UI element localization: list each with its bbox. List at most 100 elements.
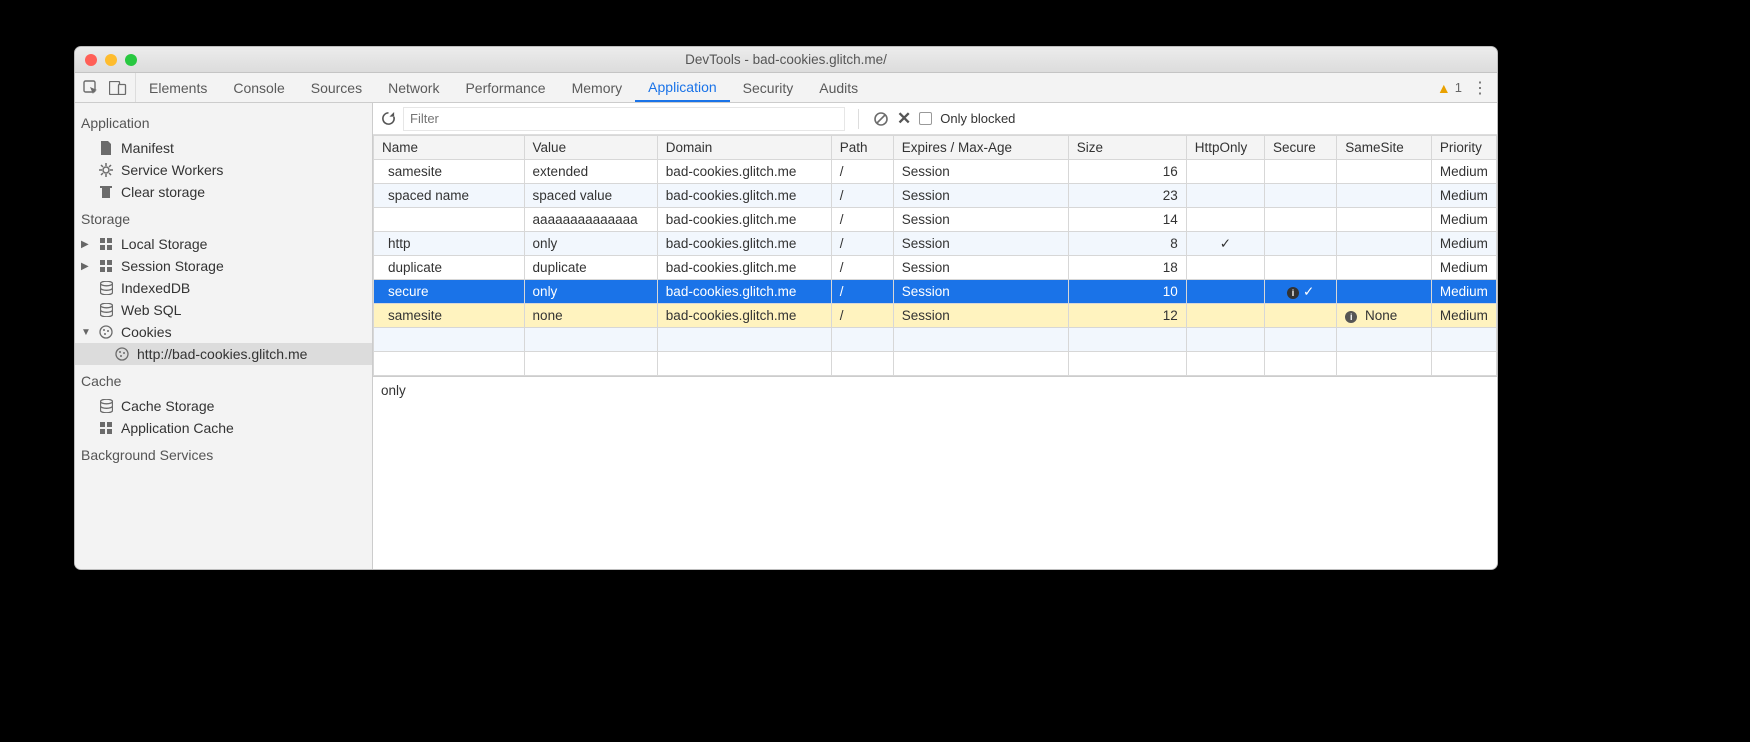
cell-httponly[interactable] (1186, 208, 1264, 232)
more-options-icon[interactable]: ⋮ (1472, 78, 1487, 98)
minimize-window-button[interactable] (105, 54, 117, 66)
cell-path[interactable]: / (831, 184, 893, 208)
table-row[interactable]: samesiteextendedbad-cookies.glitch.me/Se… (374, 160, 1497, 184)
chevron-right-icon[interactable]: ▶ (81, 261, 91, 272)
maximize-window-button[interactable] (125, 54, 137, 66)
tab-elements[interactable]: Elements (136, 73, 220, 102)
cell-size[interactable]: 12 (1068, 304, 1186, 328)
sidebar-item-manifest[interactable]: Manifest (75, 137, 372, 159)
cell-name[interactable]: http (374, 232, 525, 256)
cell-httponly[interactable]: ✓ (1186, 232, 1264, 256)
cell-httponly[interactable] (1186, 304, 1264, 328)
cell-domain[interactable]: bad-cookies.glitch.me (657, 256, 831, 280)
cell-secure[interactable] (1265, 256, 1337, 280)
cell-size[interactable]: 14 (1068, 208, 1186, 232)
cell-size[interactable]: 16 (1068, 160, 1186, 184)
column-header[interactable]: Priority (1431, 136, 1496, 160)
cell-samesite[interactable] (1337, 280, 1432, 304)
cell-priority[interactable]: Medium (1431, 232, 1496, 256)
chevron-right-icon[interactable]: ▶ (81, 239, 91, 250)
cell-samesite[interactable]: i None (1337, 304, 1432, 328)
tab-console[interactable]: Console (220, 73, 297, 102)
cell-value[interactable]: extended (524, 160, 657, 184)
cell-expires[interactable]: Session (893, 304, 1068, 328)
cell-expires[interactable]: Session (893, 160, 1068, 184)
cell-httponly[interactable] (1186, 160, 1264, 184)
cell-name[interactable]: samesite (374, 304, 525, 328)
cell-domain[interactable]: bad-cookies.glitch.me (657, 280, 831, 304)
cell-priority[interactable]: Medium (1431, 184, 1496, 208)
cell-samesite[interactable] (1337, 232, 1432, 256)
column-header[interactable]: Size (1068, 136, 1186, 160)
clear-all-icon[interactable] (873, 111, 889, 127)
cell-priority[interactable]: Medium (1431, 160, 1496, 184)
cell-samesite[interactable] (1337, 208, 1432, 232)
tab-application[interactable]: Application (635, 73, 730, 102)
sidebar-item-local-storage[interactable]: ▶Local Storage (75, 233, 372, 255)
only-blocked-checkbox[interactable] (919, 112, 932, 125)
table-row[interactable]: duplicateduplicatebad-cookies.glitch.me/… (374, 256, 1497, 280)
cell-name[interactable]: duplicate (374, 256, 525, 280)
sidebar-item-service-workers[interactable]: Service Workers (75, 159, 372, 181)
cell-path[interactable]: / (831, 208, 893, 232)
filter-input[interactable] (404, 108, 844, 130)
cell-secure[interactable]: i✓ (1265, 280, 1337, 304)
sidebar-item-cookie-origin[interactable]: http://bad-cookies.glitch.me (75, 343, 372, 365)
column-header[interactable]: Path (831, 136, 893, 160)
column-header[interactable]: Secure (1265, 136, 1337, 160)
column-header[interactable]: SameSite (1337, 136, 1432, 160)
cell-size[interactable]: 23 (1068, 184, 1186, 208)
table-row[interactable]: httponlybad-cookies.glitch.me/Session8✓ M… (374, 232, 1497, 256)
cell-secure[interactable] (1265, 232, 1337, 256)
tab-memory[interactable]: Memory (559, 73, 636, 102)
cell-expires[interactable]: Session (893, 280, 1068, 304)
cell-path[interactable]: / (831, 232, 893, 256)
cell-httponly[interactable] (1186, 184, 1264, 208)
sidebar-item-session-storage[interactable]: ▶Session Storage (75, 255, 372, 277)
cell-name[interactable]: samesite (374, 160, 525, 184)
cell-size[interactable]: 18 (1068, 256, 1186, 280)
cell-value[interactable]: spaced value (524, 184, 657, 208)
cell-name[interactable] (374, 208, 525, 232)
cell-value[interactable]: only (524, 280, 657, 304)
cell-samesite[interactable] (1337, 256, 1432, 280)
chevron-down-icon[interactable]: ▼ (81, 327, 91, 338)
tab-performance[interactable]: Performance (452, 73, 558, 102)
cell-path[interactable]: / (831, 304, 893, 328)
delete-icon[interactable]: ✕ (897, 109, 911, 129)
inspect-icon[interactable] (83, 80, 99, 96)
cell-httponly[interactable] (1186, 256, 1264, 280)
cell-priority[interactable]: Medium (1431, 304, 1496, 328)
warnings-badge[interactable]: ▲ 1 (1437, 80, 1462, 96)
cell-secure[interactable] (1265, 160, 1337, 184)
cell-domain[interactable]: bad-cookies.glitch.me (657, 232, 831, 256)
table-row[interactable]: samesitenonebad-cookies.glitch.me/Sessio… (374, 304, 1497, 328)
sidebar-item-indexeddb[interactable]: IndexedDB (75, 277, 372, 299)
cell-path[interactable]: / (831, 256, 893, 280)
sidebar-item-cache-storage[interactable]: Cache Storage (75, 395, 372, 417)
cell-secure[interactable] (1265, 304, 1337, 328)
cell-expires[interactable]: Session (893, 232, 1068, 256)
sidebar-item-cookies[interactable]: ▼Cookies (75, 321, 372, 343)
table-row[interactable]: aaaaaaaaaaaaaabad-cookies.glitch.me/Sess… (374, 208, 1497, 232)
cell-size[interactable]: 8 (1068, 232, 1186, 256)
cell-expires[interactable]: Session (893, 208, 1068, 232)
cell-value[interactable]: aaaaaaaaaaaaaa (524, 208, 657, 232)
column-header[interactable]: Name (374, 136, 525, 160)
cell-samesite[interactable] (1337, 160, 1432, 184)
cell-secure[interactable] (1265, 184, 1337, 208)
cell-priority[interactable]: Medium (1431, 256, 1496, 280)
cell-value[interactable]: none (524, 304, 657, 328)
cell-value[interactable]: duplicate (524, 256, 657, 280)
tab-audits[interactable]: Audits (806, 73, 871, 102)
cell-domain[interactable]: bad-cookies.glitch.me (657, 208, 831, 232)
cell-value[interactable]: only (524, 232, 657, 256)
column-header[interactable]: Value (524, 136, 657, 160)
cell-domain[interactable]: bad-cookies.glitch.me (657, 304, 831, 328)
refresh-icon[interactable] (381, 111, 396, 126)
device-toggle-icon[interactable] (109, 81, 127, 95)
close-window-button[interactable] (85, 54, 97, 66)
cell-name[interactable]: secure (374, 280, 525, 304)
table-row[interactable]: spaced namespaced valuebad-cookies.glitc… (374, 184, 1497, 208)
tab-network[interactable]: Network (375, 73, 452, 102)
